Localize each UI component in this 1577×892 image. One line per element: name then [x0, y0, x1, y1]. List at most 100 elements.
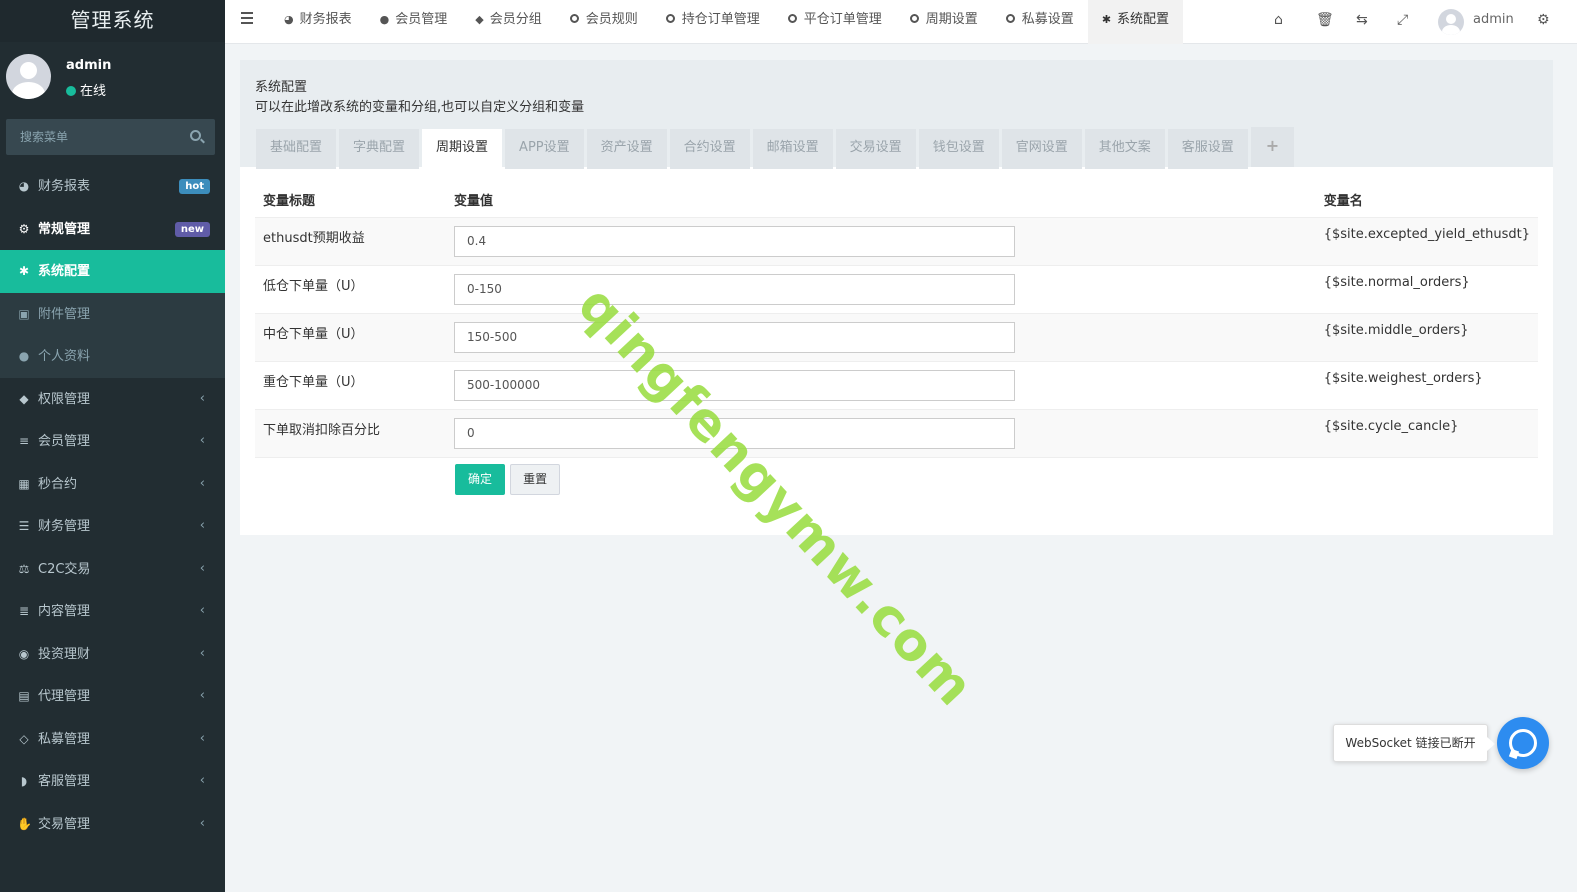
menu-search-input[interactable] [6, 119, 215, 155]
row-variable-name: {$site.weighest_orders} [1315, 361, 1538, 410]
page-description: 可以在此增改系统的变量和分组,也可以自定义分组和变量 [255, 100, 585, 115]
hot-badge: hot [179, 179, 210, 194]
menu-search [6, 119, 215, 155]
sidebar-item-label: 财务管理 [38, 519, 91, 534]
row-title: 下单取消扣除百分比 [255, 409, 447, 458]
sidebar-item-system-config[interactable]: ✱ 系统配置 [0, 250, 225, 293]
chevron-left-icon: ‹ [199, 645, 205, 661]
language-icon[interactable]: ⇆ [1356, 12, 1368, 28]
user-status: 在线 [66, 80, 106, 99]
chevron-left-icon: ‹ [199, 390, 205, 406]
tab-trade[interactable]: 交易设置 [835, 129, 916, 169]
top-avatar[interactable] [1438, 9, 1464, 35]
row-variable-name: {$site.middle_orders} [1315, 313, 1538, 362]
sidebar-item-customer-service[interactable]: ◗ 客服管理 ‹ [0, 760, 225, 803]
sidebar-item-permissions[interactable]: ◆ 权限管理 ‹ [0, 378, 225, 421]
tab-cycle[interactable]: 周期设置 [422, 129, 503, 169]
tab-basic[interactable]: 基础配置 [256, 129, 337, 169]
tab-system-config[interactable]: ✱ 系统配置 [1087, 0, 1184, 44]
online-dot-icon [66, 86, 76, 96]
sidebar-item-investment[interactable]: ◉ 投资理财 ‹ [0, 633, 225, 676]
sidebar-item-label: 会员管理 [38, 434, 91, 449]
tab-member-groups[interactable]: ◆ 会员分组 [461, 0, 555, 44]
tab-open-orders[interactable]: 持仓订单管理 [652, 0, 774, 44]
tab-app[interactable]: APP设置 [505, 129, 584, 169]
chat-bubble-icon[interactable] [1497, 717, 1549, 769]
chevron-left-icon: ‹ [199, 433, 205, 448]
tab-private-settings[interactable]: 私募设置 [992, 0, 1088, 44]
row-title: ethusdt预期收益 [255, 217, 447, 266]
sidebar-item-profile[interactable]: ● 个人资料 [0, 335, 225, 378]
table-row: 下单取消扣除百分比 {$site.cycle_cancle} [255, 409, 1538, 458]
tab-contract[interactable]: 合约设置 [669, 129, 750, 169]
cogs-icon[interactable]: ⚙ [1537, 12, 1550, 28]
sidebar-item-label: C2C交易 [38, 561, 91, 577]
sidebar-item-trading[interactable]: ✋ 交易管理 ‹ [0, 803, 225, 846]
handshake-icon: ✋ [17, 816, 32, 831]
tab-label: 持仓订单管理 [681, 12, 760, 27]
reset-button[interactable]: 重置 [510, 464, 561, 495]
chevron-left-icon: ‹ [199, 688, 205, 703]
chevron-left-icon: ‹ [199, 560, 205, 576]
tab-label: 平仓订单管理 [803, 12, 882, 27]
value-input[interactable] [454, 321, 1016, 353]
search-icon[interactable] [190, 130, 201, 141]
table-row: 重仓下单量（U） {$site.weighest_orders} [255, 361, 1538, 410]
add-tab-button[interactable]: + [1250, 127, 1295, 167]
circle-icon [569, 14, 579, 23]
dashboard-icon: ◕ [284, 13, 294, 26]
value-input[interactable] [454, 273, 1016, 305]
sidebar-item-finance-report[interactable]: ◕ 财务报表 hot [0, 165, 225, 208]
chevron-left-icon: ‹ [199, 773, 205, 788]
sidebar-item-general[interactable]: ⚙ 常规管理 new [0, 208, 225, 251]
tab-wallet[interactable]: 钱包设置 [918, 129, 999, 169]
tab-member-rules[interactable]: 会员规则 [556, 0, 652, 44]
sidebar-item-agents[interactable]: ▤ 代理管理 ‹ [0, 675, 225, 718]
sidebar-item-second-contract[interactable]: ▦ 秒合约 ‹ [0, 463, 225, 506]
circle-icon [1005, 14, 1015, 23]
tab-email[interactable]: 邮箱设置 [752, 129, 833, 169]
value-input[interactable] [454, 225, 1016, 257]
submit-button[interactable]: 确定 [455, 464, 506, 495]
fullscreen-icon[interactable]: ⤢ [1397, 12, 1408, 28]
group-icon: ◆ [19, 391, 29, 406]
row-variable-name: {$site.cycle_cancle} [1315, 409, 1538, 458]
value-input[interactable] [454, 369, 1016, 401]
top-admin-name[interactable]: admin [1473, 12, 1514, 27]
tab-cycle-settings[interactable]: 周期设置 [896, 0, 992, 44]
row-title: 重仓下单量（U） [255, 361, 447, 410]
config-panel: 系统配置 可以在此增改系统的变量和分组,也可以自定义分组和变量 基础配置 字典配置… [240, 60, 1553, 535]
sidebar-item-attachments[interactable]: ▣ 附件管理 [0, 292, 225, 335]
chevron-left-icon: ‹ [199, 518, 205, 533]
page-title: 系统配置 [255, 80, 308, 95]
align-left-icon: ≣ [18, 604, 30, 618]
user-avatar [6, 54, 51, 99]
tab-dictionary[interactable]: 字典配置 [339, 129, 420, 169]
sidebar-item-content[interactable]: ≣ 内容管理 ‹ [0, 590, 225, 633]
sidebar-item-label: 权限管理 [38, 391, 91, 407]
trash-icon[interactable]: 🗑 [1316, 12, 1334, 28]
sidebar-item-c2c[interactable]: ⚖ C2C交易 ‹ [0, 548, 225, 591]
tab-other-text[interactable]: 其他文案 [1084, 129, 1165, 169]
config-table: 变量标题 变量值 变量名 ethusdt预期收益 {$site.excepted… [255, 182, 1538, 458]
table-row: 中仓下单量（U） {$site.middle_orders} [255, 313, 1538, 362]
sidebar-toggle-icon[interactable] [241, 12, 253, 24]
tab-assets[interactable]: 资产设置 [586, 129, 667, 169]
app-logo[interactable]: 管理系统 [0, 0, 225, 42]
database-icon: ☰ [18, 519, 30, 533]
user-icon: ● [379, 13, 390, 26]
sidebar-item-members[interactable]: ≡ 会员管理 ‹ [0, 420, 225, 463]
tab-closed-orders[interactable]: 平仓订单管理 [774, 0, 896, 44]
tab-label: 会员分组 [489, 12, 542, 27]
gear-icon: ✱ [1101, 13, 1112, 26]
home-icon[interactable]: ⌂ [1274, 12, 1283, 28]
sidebar-item-finance[interactable]: ☰ 财务管理 ‹ [0, 505, 225, 548]
sidebar-item-private-placement[interactable]: ◇ 私募管理 ‹ [0, 718, 225, 761]
column-header-title: 变量标题 [255, 182, 447, 218]
compass-icon: ◉ [18, 646, 30, 661]
tab-finance-report[interactable]: ◕ 财务报表 [270, 0, 366, 44]
table-row: ethusdt预期收益 {$site.excepted_yield_ethusd… [255, 217, 1538, 266]
tab-website[interactable]: 官网设置 [1001, 129, 1082, 169]
tab-members[interactable]: ● 会员管理 [366, 0, 462, 44]
tab-customer-service[interactable]: 客服设置 [1167, 129, 1248, 169]
